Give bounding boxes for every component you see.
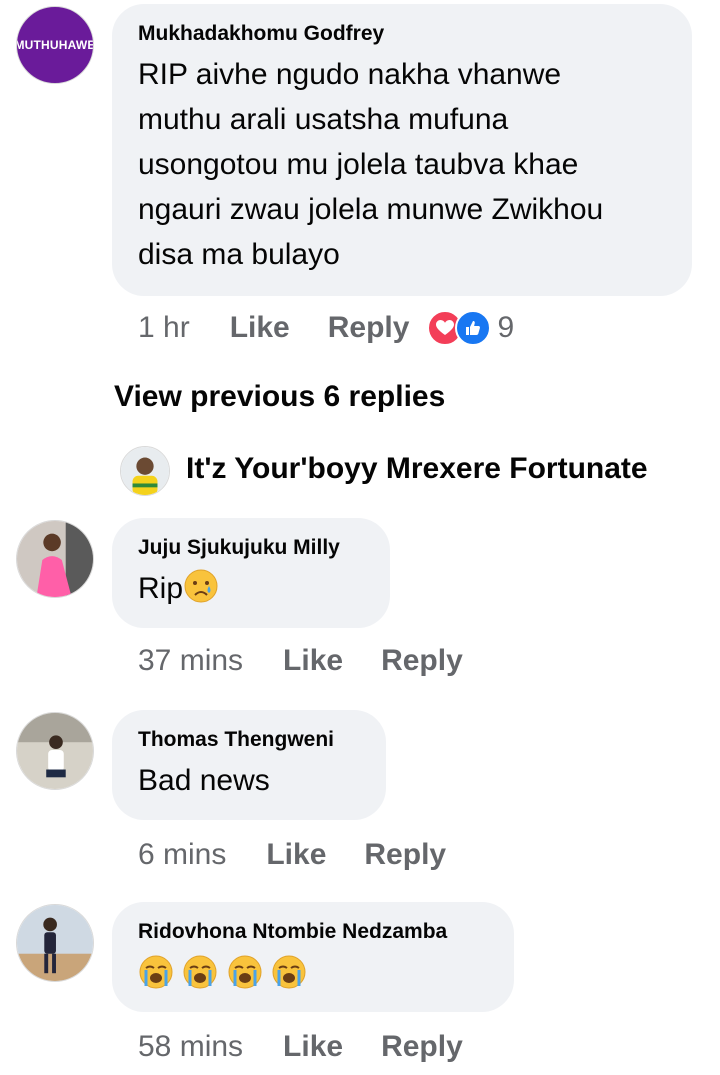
like-button[interactable]: Like [283, 644, 343, 678]
comment-text-line: ngauri zwau jolela munwe Zwikhou [138, 193, 604, 226]
comment-author[interactable]: Mukhadakhomu Godfrey [138, 22, 666, 46]
reply-text-content: Rip [138, 572, 184, 605]
reply-preview-author[interactable]: It'z Your'boyy Mrexere Fortunate [186, 452, 648, 486]
loudly-crying-face-emoji-icon [228, 955, 262, 989]
comment-text: RIP aivhe ngudo nakha vhanwe muthu arali… [138, 52, 666, 277]
comment-text-line: muthu arali usatsha mufuna [138, 103, 509, 136]
reply-time[interactable]: 37 mins [138, 644, 243, 678]
avatar-photo-icon [17, 521, 93, 597]
view-previous-replies-link[interactable]: View previous 6 replies [114, 380, 445, 414]
avatar[interactable] [16, 712, 94, 790]
like-button[interactable]: Like [266, 838, 326, 872]
like-button[interactable]: Like [283, 1030, 343, 1064]
reply-text [138, 950, 488, 997]
reply-bubble: Juju Sjukujuku Milly Rip [112, 518, 390, 628]
reply-button[interactable]: Reply [381, 1030, 463, 1064]
reply-actions: 37 mins Like Reply [138, 644, 463, 678]
avatar-photo-icon [121, 447, 169, 495]
reply-bubble: Thomas Thengweni Bad news [112, 710, 386, 820]
avatar[interactable]: MUTHUHAWE [16, 6, 94, 84]
reply-time[interactable]: 58 mins [138, 1030, 243, 1064]
reply-button[interactable]: Reply [328, 311, 410, 345]
like-reaction-icon [455, 310, 492, 346]
avatar[interactable] [16, 904, 94, 982]
avatar[interactable] [16, 520, 94, 598]
reply-actions: 58 mins Like Reply [138, 1030, 463, 1064]
reply-bubble: Ridovhona Ntombie Nedzamba [112, 902, 514, 1012]
reply-time[interactable]: 6 mins [138, 838, 226, 872]
crying-face-emoji-icon [184, 569, 218, 603]
reply-button[interactable]: Reply [364, 838, 446, 872]
loudly-crying-face-emoji-icon [272, 955, 306, 989]
comment-text-line: disa ma bulayo [138, 238, 340, 271]
like-button[interactable]: Like [230, 311, 290, 345]
reactions-summary[interactable] [427, 310, 492, 346]
reply-author[interactable]: Thomas Thengweni [138, 728, 360, 752]
reply-author[interactable]: Ridovhona Ntombie Nedzamba [138, 920, 488, 944]
avatar[interactable] [120, 446, 170, 496]
avatar-photo-icon [17, 905, 93, 981]
loudly-crying-face-emoji-icon [183, 955, 217, 989]
comment-bubble: Mukhadakhomu Godfrey RIP aivhe ngudo nak… [112, 4, 692, 296]
reply-text: Bad news [138, 764, 270, 797]
comment-text-line: usongotou mu jolela taubva khae [138, 148, 579, 181]
reply-text: Rip [138, 566, 364, 611]
reaction-count: 9 [497, 311, 515, 344]
reply-button[interactable]: Reply [381, 644, 463, 678]
reply-author[interactable]: Juju Sjukujuku Milly [138, 536, 364, 560]
loudly-crying-face-emoji-icon [139, 955, 173, 989]
comment-text-line: RIP aivhe ngudo nakha vhanwe [138, 58, 562, 91]
avatar-brand-text: MUTHUHAWE [16, 38, 94, 52]
reply-actions: 6 mins Like Reply [138, 838, 446, 872]
comment-time[interactable]: 1 hr [138, 311, 190, 345]
comment-actions: 1 hr Like Reply 9 [138, 310, 514, 346]
avatar-photo-icon [17, 713, 93, 789]
